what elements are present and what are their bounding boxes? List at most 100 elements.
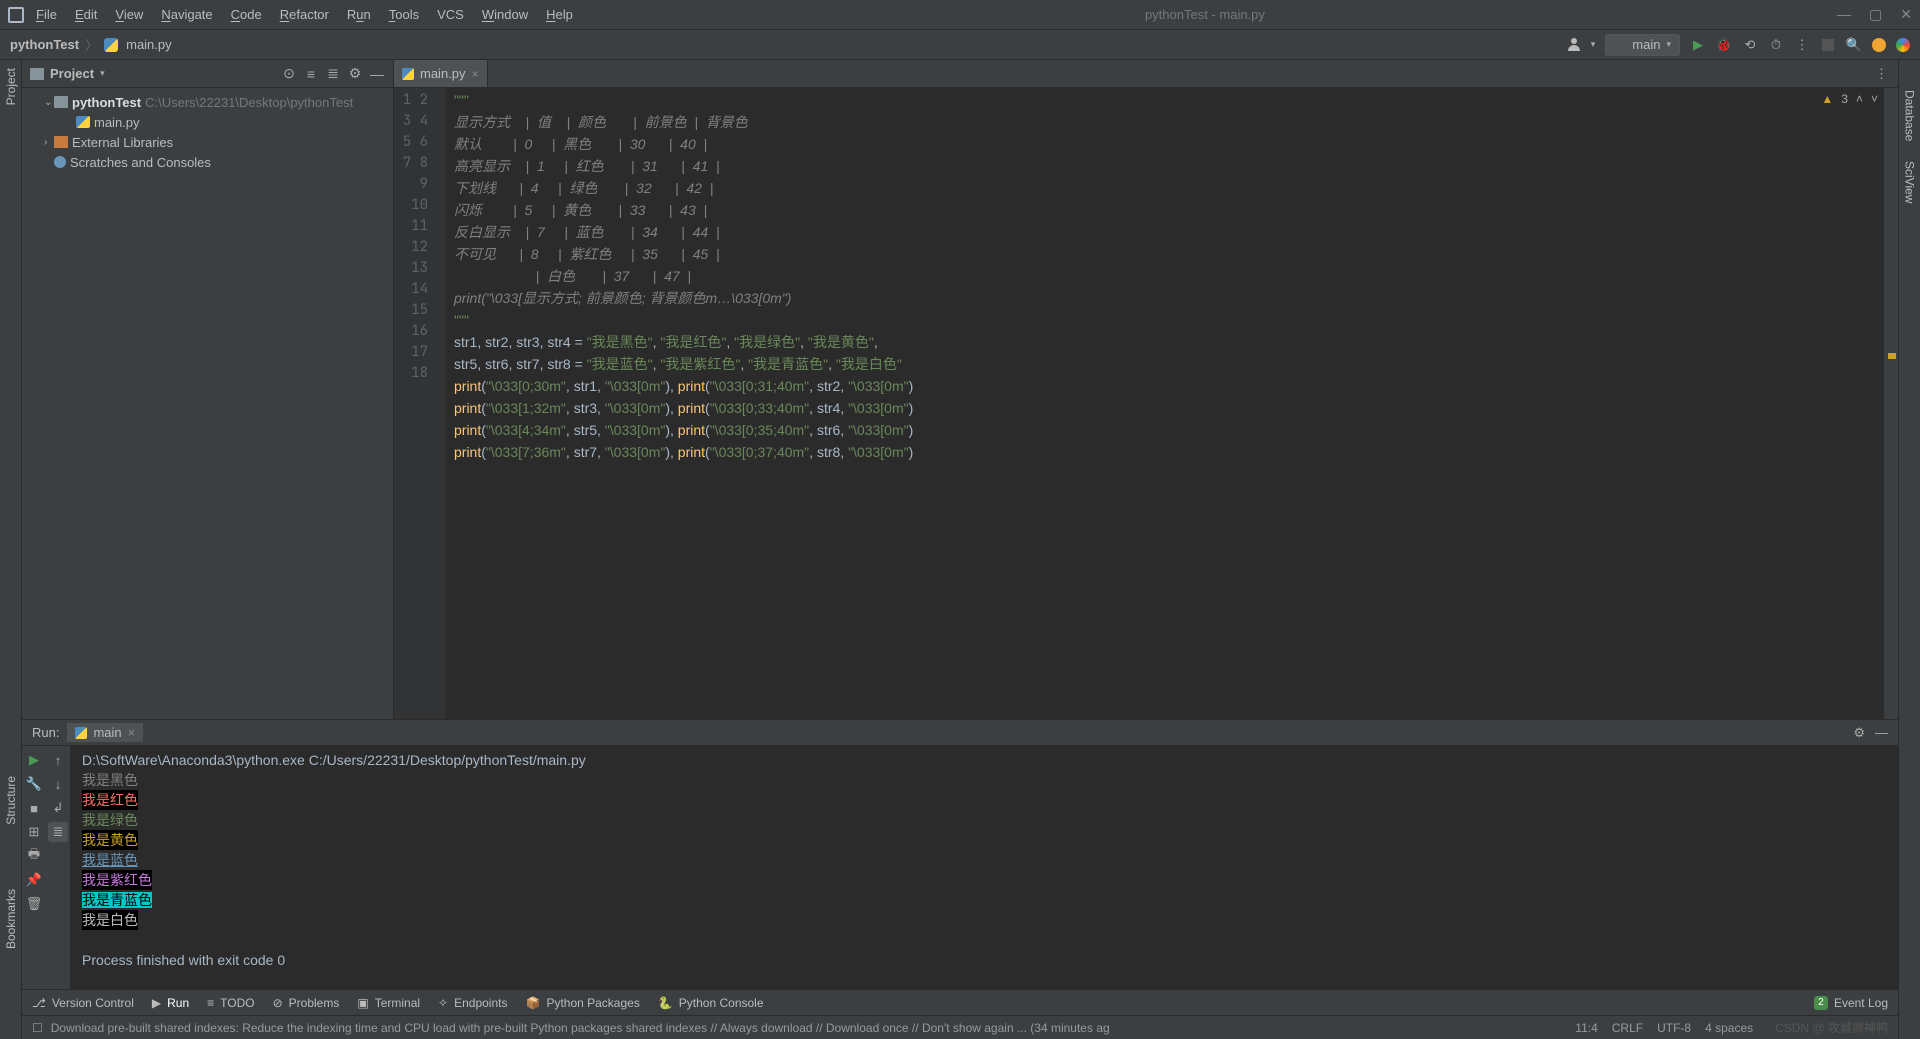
more-run-button[interactable]: ⋮ [1794,37,1810,53]
run-config-select[interactable]: main ▾ [1605,34,1680,56]
output-line: 我是青蓝色 [82,892,152,908]
tree-node-root[interactable]: ⌄ pythonTest C:\Users\22231\Desktop\pyth… [22,92,393,112]
menu-file[interactable]: File [36,7,57,22]
scroll-icon[interactable]: ≣ [48,822,68,842]
menu-window[interactable]: Window [482,7,528,22]
window-title: pythonTest - main.py [573,7,1837,22]
tab-python-console[interactable]: 🐍 Python Console [658,996,764,1010]
tools-icon[interactable]: 🔧 [24,774,44,794]
bottom-tool-strip: ⎇ Version Control ▶ Run ≡ TODO ⊘ Problem… [22,989,1898,1015]
tree-node-file[interactable]: main.py [22,112,393,132]
run-settings-icon[interactable]: ⚙ [1853,725,1865,741]
tab-terminal[interactable]: ▣ Terminal [357,996,420,1010]
toolbar: ▾ main ▾ ▶ 🐞 ⟲ ⏱ ⋮ 🔍 [1567,34,1910,56]
database-tool-button[interactable]: Database [1903,90,1917,141]
profile-button[interactable]: ⏱ [1768,37,1784,53]
warning-icon: ▲ [1821,92,1833,106]
chevron-down-icon[interactable]: ▾ [100,68,105,79]
folder-icon [30,68,44,80]
menu-help[interactable]: Help [546,7,573,22]
fold-gutter[interactable] [434,88,446,719]
chevron-down-icon[interactable]: ˅ [1871,92,1878,106]
editor-tabs: main.py × ⋮ [394,60,1898,88]
tab-vcs[interactable]: ⎇ Version Control [32,996,134,1010]
tab-problems[interactable]: ⊘ Problems [273,996,340,1010]
indent-config[interactable]: 4 spaces [1705,1021,1753,1035]
up-arrow-icon[interactable]: ↑ [48,750,68,770]
inspection-widget[interactable]: ▲ 3 ˄ ˅ [1821,92,1878,106]
trash-icon[interactable]: 🗑 [24,894,44,914]
menu-view[interactable]: View [115,7,143,22]
rerun-icon[interactable]: ▶ [24,750,44,770]
menu-edit[interactable]: Edit [75,7,97,22]
caret-position[interactable]: 11:4 [1575,1021,1597,1035]
menu-navigate[interactable]: Navigate [161,7,212,22]
library-icon [54,136,68,148]
debug-button[interactable]: 🐞 [1716,37,1732,53]
project-tool-button[interactable]: Project [4,68,18,105]
run-output[interactable]: D:\SoftWare\Anaconda3\python.exe C:/User… [70,746,1898,989]
expand-arrow-icon[interactable]: › [44,137,54,148]
editor-scrollbar[interactable] [1884,88,1898,719]
menu-run[interactable]: Run [347,7,371,22]
minimize-button[interactable]: — [1837,6,1851,23]
down-arrow-icon[interactable]: ↓ [48,774,68,794]
breadcrumb-root[interactable]: pythonTest [10,37,79,52]
file-encoding[interactable]: UTF-8 [1657,1021,1691,1035]
status-icon[interactable]: ☐ [32,1021,43,1035]
settings-icon[interactable]: ⚙ [347,66,363,82]
tab-endpoints[interactable]: ✧ Endpoints [438,996,507,1010]
export-icon[interactable]: 🖶 [24,846,44,866]
tab-run[interactable]: ▶ Run [152,996,189,1010]
ide-update-icon[interactable] [1872,38,1886,52]
coverage-button[interactable]: ⟲ [1742,37,1758,53]
warning-mark[interactable] [1888,353,1896,359]
chevron-up-icon[interactable]: ˄ [1856,92,1863,106]
close-tab-icon[interactable]: × [128,725,136,740]
run-button[interactable]: ▶ [1690,37,1706,53]
menu-tools[interactable]: Tools [389,7,419,22]
code-area[interactable]: 1 2 3 4 5 6 7 8 9 10 11 12 13 14 15 16 1… [394,88,1898,719]
select-opened-file-icon[interactable]: ⊙ [281,66,297,82]
tree-node-external[interactable]: › External Libraries [22,132,393,152]
python-icon [75,727,87,739]
python-file-icon [402,68,414,80]
close-tab-icon[interactable]: × [472,67,479,81]
breadcrumb-file[interactable]: main.py [126,37,172,52]
hide-run-icon[interactable]: — [1875,725,1888,740]
layout-icon[interactable]: ⊞ [24,822,44,842]
stop-button[interactable] [1820,37,1836,53]
tab-python-packages[interactable]: 📦 Python Packages [525,996,639,1010]
editor-tab-main[interactable]: main.py × [394,60,488,87]
line-separator[interactable]: CRLF [1612,1021,1643,1035]
hide-panel-icon[interactable]: — [369,66,385,82]
menu-refactor[interactable]: Refactor [280,7,329,22]
code-with-me-icon[interactable] [1896,38,1910,52]
menu-vcs[interactable]: VCS [437,7,464,22]
run-tab[interactable]: main × [67,723,143,742]
tree-node-scratch[interactable]: Scratches and Consoles [22,152,393,172]
expand-arrow-icon[interactable]: ⌄ [44,97,54,108]
close-button[interactable]: ✕ [1900,6,1912,23]
python-file-icon [76,116,90,128]
project-header: Project ▾ ⊙ ≡ ≣ ⚙ — [22,60,393,88]
collapse-all-icon[interactable]: ≣ [325,66,341,82]
code-lines[interactable]: """ 显示方式 | 值 | 颜色 | 前景色 | 背景色 默认 | 0 | 黑… [446,88,1884,719]
structure-tool-button[interactable]: Structure [4,776,18,825]
expand-all-icon[interactable]: ≡ [303,66,319,82]
bookmarks-tool-button[interactable]: Bookmarks [4,889,18,949]
editor: main.py × ⋮ ▲ 3 ˄ ˅ 1 2 3 4 5 6 7 8 9 10… [394,60,1898,719]
maximize-button[interactable]: ▢ [1869,6,1882,23]
stop-icon[interactable]: ■ [24,798,44,818]
project-title[interactable]: Project [50,66,94,81]
sciview-tool-button[interactable]: SciView [1903,161,1917,203]
wrap-icon[interactable]: ↲ [48,798,68,818]
menu-code[interactable]: Code [231,7,262,22]
user-icon[interactable] [1567,38,1581,52]
status-message[interactable]: Download pre-built shared indexes: Reduc… [51,1021,1576,1035]
editor-more-icon[interactable]: ⋮ [1865,66,1898,82]
search-button[interactable]: 🔍 [1846,37,1862,53]
tab-todo[interactable]: ≡ TODO [207,996,254,1010]
pin-icon[interactable]: 📌 [24,870,44,890]
tab-event-log[interactable]: 2 Event Log [1814,996,1888,1010]
